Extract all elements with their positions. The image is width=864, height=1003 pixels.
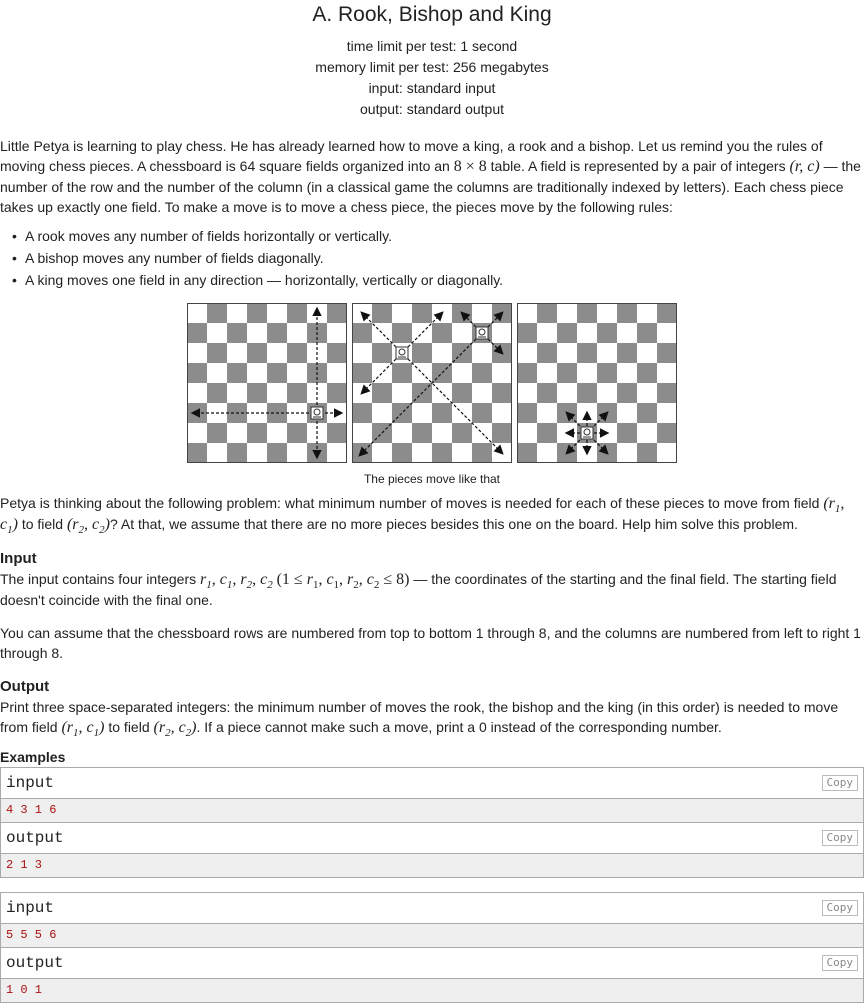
copy-input-button[interactable]: Copy bbox=[821, 900, 858, 916]
copy-output-button[interactable]: Copy bbox=[821, 955, 858, 971]
example-2-input: 5 5 5 6 bbox=[1, 924, 863, 947]
copy-input-button[interactable]: Copy bbox=[821, 775, 858, 791]
rule-bishop: A bishop moves any number of fields diag… bbox=[12, 247, 864, 269]
statement-paragraph: Little Petya is learning to play chess. … bbox=[0, 138, 861, 215]
rule-rook: A rook moves any number of fields horizo… bbox=[12, 225, 864, 247]
output-label: output bbox=[6, 829, 64, 847]
problem-statement: A. Rook, Bishop and King time limit per … bbox=[0, 2, 864, 1003]
example-2-input-header: input Copy bbox=[1, 893, 863, 924]
output-paragraph: Print three space-separated integers: th… bbox=[0, 699, 839, 740]
king-icon bbox=[580, 426, 594, 440]
problem-paragraph: Petya is thinking about the following pr… bbox=[0, 495, 845, 537]
input-label: input bbox=[6, 774, 55, 792]
rules-list: A rook moves any number of fields horizo… bbox=[0, 225, 864, 291]
example-2: input Copy 5 5 5 6 output Copy 1 0 1 bbox=[0, 892, 864, 1003]
memory-limit: memory limit per test: 256 megabytes bbox=[315, 59, 549, 75]
input-title: Input bbox=[0, 550, 37, 567]
rook-icon bbox=[310, 406, 324, 420]
example-1-output: 2 1 3 bbox=[1, 854, 863, 877]
input-file: input: standard input bbox=[368, 80, 496, 96]
bishop-icon bbox=[475, 326, 489, 340]
output-file: output: standard output bbox=[360, 101, 504, 117]
time-limit: time limit per test: 1 second bbox=[346, 38, 518, 54]
copy-output-button[interactable]: Copy bbox=[821, 830, 858, 846]
input-paragraph: The input contains four integers r1, c1,… bbox=[0, 571, 837, 608]
example-1-input: 4 3 1 6 bbox=[1, 799, 863, 822]
examples-title: Examples bbox=[0, 749, 66, 765]
example-1: input Copy 4 3 1 6 output Copy 2 1 3 bbox=[0, 767, 864, 878]
rule-king: A king moves one field in any direction … bbox=[12, 269, 864, 291]
example-1-output-header: output Copy bbox=[1, 822, 863, 854]
example-2-output: 1 0 1 bbox=[1, 979, 863, 1002]
output-label: output bbox=[6, 954, 64, 972]
limits: time limit per test: 1 second memory lim… bbox=[0, 36, 864, 120]
output-title: Output bbox=[0, 678, 50, 695]
example-2-output-header: output Copy bbox=[1, 947, 863, 979]
input-label: input bbox=[6, 899, 55, 917]
king-board bbox=[517, 303, 677, 463]
input-paragraph-2: You can assume that the chessboard rows … bbox=[0, 625, 861, 661]
rook-board bbox=[187, 303, 347, 463]
example-1-input-header: input Copy bbox=[1, 768, 863, 799]
bishop-board bbox=[352, 303, 512, 463]
bishop-icon bbox=[395, 346, 409, 360]
moves-figure: The pieces move like that bbox=[0, 303, 864, 487]
problem-title: A. Rook, Bishop and King bbox=[312, 3, 552, 26]
figure-caption: The pieces move like that bbox=[363, 472, 501, 486]
